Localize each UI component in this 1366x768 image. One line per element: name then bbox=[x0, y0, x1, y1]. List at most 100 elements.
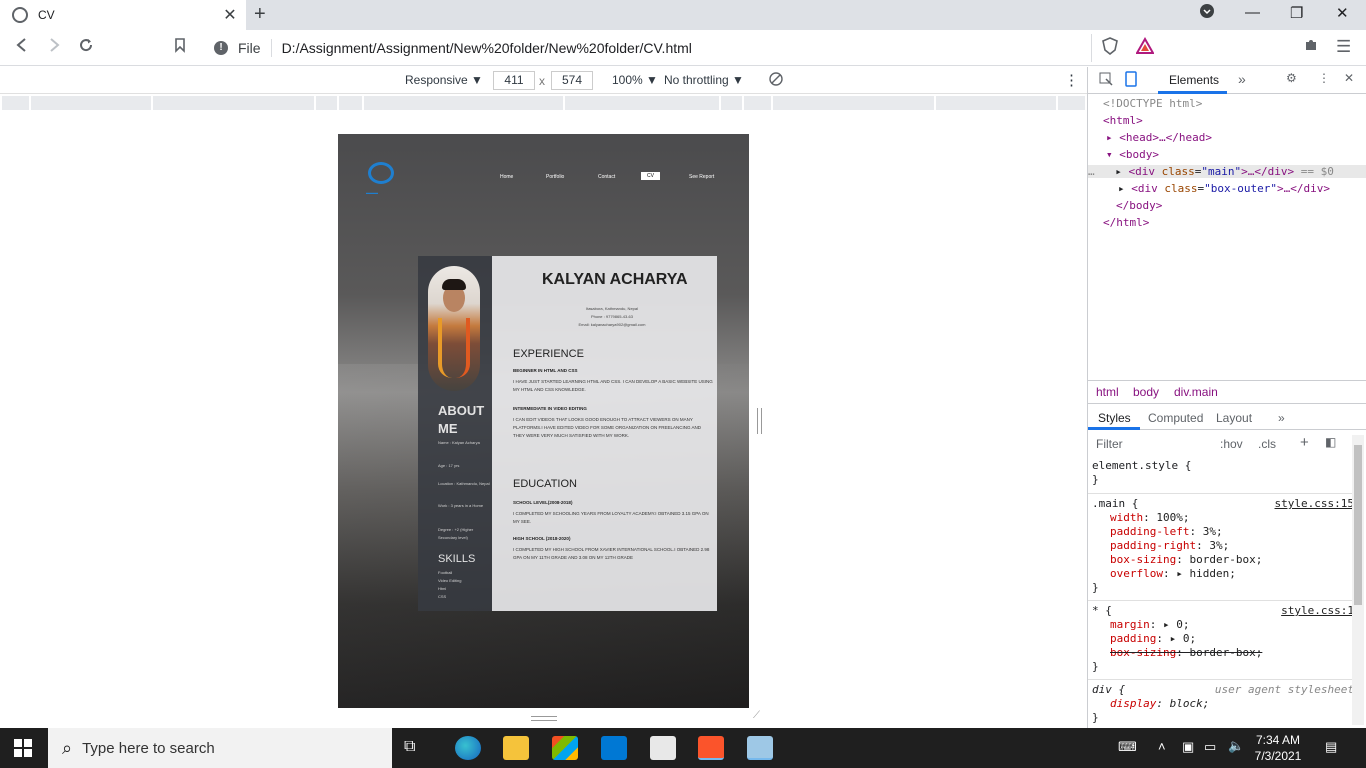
source-link[interactable]: style.css:1 bbox=[1281, 604, 1354, 618]
restore-icon[interactable]: ❐ bbox=[1290, 4, 1303, 22]
resize-height-handle[interactable] bbox=[531, 716, 557, 721]
info-icon[interactable]: ! bbox=[214, 41, 228, 55]
notepad-plus-icon[interactable] bbox=[650, 736, 676, 760]
source-link[interactable]: style.css:15 bbox=[1275, 497, 1354, 511]
breadcrumb-div-main[interactable]: div.main bbox=[1174, 385, 1218, 399]
dom-html-close[interactable]: </html> bbox=[1103, 216, 1149, 229]
dom-div-main[interactable]: … ▸ <div class="main">…</div> == $0 bbox=[1088, 165, 1366, 178]
width-input[interactable]: 411 bbox=[493, 71, 535, 90]
reload-icon[interactable] bbox=[78, 37, 94, 58]
mail-icon[interactable] bbox=[601, 736, 627, 760]
cls-toggle[interactable]: .cls bbox=[1258, 437, 1276, 451]
dom-tag: <div bbox=[1131, 182, 1158, 195]
rotate-icon[interactable] bbox=[768, 71, 784, 90]
tab-layout[interactable]: Layout bbox=[1216, 411, 1252, 425]
declaration[interactable]: padding: ▸ 0; bbox=[1092, 632, 1354, 646]
address-bar[interactable]: ! File D:/Assignment/Assignment/New%20fo… bbox=[204, 34, 1092, 62]
chevron-up-icon[interactable]: ˄ bbox=[1158, 739, 1166, 754]
declaration[interactable]: width: 100%; bbox=[1092, 511, 1354, 525]
breadcrumb-html[interactable]: html bbox=[1096, 385, 1119, 399]
browser-tab-cv[interactable]: CV ✕ bbox=[0, 0, 246, 30]
device-mode-label: Responsive bbox=[405, 73, 468, 87]
prop-name: box-sizing bbox=[1110, 553, 1177, 566]
notifications-icon[interactable]: ▤ bbox=[1325, 739, 1337, 755]
zoom-select[interactable]: 100% ▼ bbox=[612, 73, 658, 87]
close-tab-button[interactable]: ✕ bbox=[220, 5, 240, 25]
close-devtools-icon[interactable]: ✕ bbox=[1344, 71, 1354, 85]
more-style-tabs[interactable]: » bbox=[1278, 411, 1285, 425]
about-name: Name : Kalyan Acharya bbox=[438, 440, 480, 445]
keyboard-icon[interactable]: ⌨ bbox=[1118, 739, 1137, 755]
back-icon[interactable] bbox=[14, 37, 30, 58]
app-window-icon[interactable] bbox=[747, 736, 773, 760]
dom-tag: <div bbox=[1128, 165, 1156, 178]
new-tab-button[interactable]: + bbox=[254, 3, 266, 26]
tab-styles[interactable]: Styles bbox=[1098, 411, 1131, 425]
taskbar-search[interactable]: ⌕ Type here to search bbox=[48, 728, 392, 768]
menu-icon[interactable]: ☰ bbox=[1336, 37, 1351, 57]
filter-input[interactable]: Filter bbox=[1096, 437, 1123, 451]
rule-close: } bbox=[1092, 473, 1099, 486]
tab-computed[interactable]: Computed bbox=[1148, 411, 1203, 425]
media-query-bar[interactable] bbox=[2, 96, 1085, 110]
microsoft-store-icon[interactable] bbox=[552, 736, 578, 760]
device-more-icon[interactable]: ⋮ bbox=[1064, 71, 1079, 89]
task-view-icon[interactable]: ⧉ bbox=[404, 736, 430, 760]
close-window-icon[interactable]: ✕ bbox=[1336, 4, 1349, 22]
resize-width-handle[interactable] bbox=[757, 408, 762, 434]
bookmark-icon[interactable] bbox=[173, 37, 187, 58]
device-mode-select[interactable]: Responsive ▼ bbox=[405, 73, 483, 87]
brave-rewards-icon[interactable] bbox=[1135, 36, 1155, 60]
brave-shield-icon[interactable] bbox=[1101, 37, 1119, 60]
declaration[interactable]: padding-right: 3%; bbox=[1092, 539, 1354, 553]
declaration[interactable]: padding-left: 3%; bbox=[1092, 525, 1354, 539]
system-clock[interactable]: 7:34 AM 7/3/2021 bbox=[1250, 732, 1306, 764]
more-tabs-button[interactable]: » bbox=[1238, 71, 1246, 87]
site-logo-icon[interactable] bbox=[368, 162, 394, 184]
forward-icon[interactable] bbox=[46, 37, 62, 58]
scrollbar-thumb[interactable] bbox=[1354, 445, 1362, 605]
url-text[interactable]: D:/Assignment/Assignment/New%20folder/Ne… bbox=[282, 40, 692, 56]
declaration[interactable]: margin: ▸ 0; bbox=[1092, 618, 1354, 632]
minimize-icon[interactable]: — bbox=[1245, 4, 1260, 21]
file-explorer-icon[interactable] bbox=[503, 736, 529, 760]
inspect-element-icon[interactable] bbox=[1098, 71, 1114, 90]
declaration[interactable]: display: block; bbox=[1092, 697, 1354, 711]
selector[interactable]: element.style { bbox=[1092, 459, 1354, 473]
extensions-icon[interactable] bbox=[1303, 37, 1319, 58]
volume-icon[interactable]: 🔈 bbox=[1228, 738, 1244, 754]
edge-browser-icon[interactable] bbox=[455, 736, 481, 760]
toggle-sidebar-icon[interactable]: ◧ bbox=[1325, 435, 1336, 449]
throttling-select[interactable]: No throttling ▼ bbox=[664, 73, 744, 87]
settings-gear-icon[interactable]: ⚙ bbox=[1286, 71, 1297, 85]
dom-body-close[interactable]: </body> bbox=[1116, 199, 1162, 212]
nav-see-report[interactable]: See Report bbox=[689, 174, 714, 180]
device-toggle-icon[interactable] bbox=[1123, 71, 1139, 90]
battery-icon[interactable]: ▭ bbox=[1204, 739, 1216, 755]
dom-div-box-outer[interactable]: ▸ <div class="box-outer">…</div> bbox=[1118, 182, 1330, 195]
declaration[interactable]: overflow: ▸ hidden; bbox=[1092, 567, 1354, 581]
nav-portfolio[interactable]: Portfolio bbox=[546, 174, 564, 180]
profile-menu-icon[interactable] bbox=[1200, 4, 1214, 22]
windows-start-icon[interactable] bbox=[14, 739, 32, 757]
dom-body-open[interactable]: ▾ <body> bbox=[1106, 148, 1159, 161]
devtools-menu-icon[interactable]: ⋮ bbox=[1318, 71, 1330, 85]
meet-now-icon[interactable]: ▣ bbox=[1182, 739, 1194, 755]
nav-home[interactable]: Home bbox=[500, 174, 513, 180]
styles-scrollbar[interactable] bbox=[1352, 435, 1364, 725]
resize-corner-handle[interactable]: ⟋ bbox=[753, 710, 760, 721]
dom-head[interactable]: ▸ <head>…</head> bbox=[1106, 131, 1212, 144]
dom-doctype[interactable]: <!DOCTYPE html> bbox=[1103, 97, 1202, 110]
declaration-overridden[interactable]: box-sizing: border-box; bbox=[1092, 646, 1354, 660]
education-text: I COMPLETED MY SCHOOLING YEARS FROM LOYA… bbox=[513, 511, 709, 524]
nav-contact[interactable]: Contact bbox=[598, 174, 615, 180]
dom-html-open[interactable]: <html> bbox=[1103, 114, 1143, 127]
new-rule-icon[interactable]: + bbox=[1300, 434, 1309, 451]
declaration[interactable]: box-sizing: border-box; bbox=[1092, 553, 1354, 567]
height-input[interactable]: 574 bbox=[551, 71, 593, 90]
tab-elements[interactable]: Elements bbox=[1169, 73, 1219, 87]
brave-browser-icon[interactable] bbox=[698, 736, 724, 760]
nav-cv[interactable]: CV bbox=[641, 172, 660, 180]
hov-toggle[interactable]: :hov bbox=[1220, 437, 1243, 451]
breadcrumb-body[interactable]: body bbox=[1133, 385, 1159, 399]
